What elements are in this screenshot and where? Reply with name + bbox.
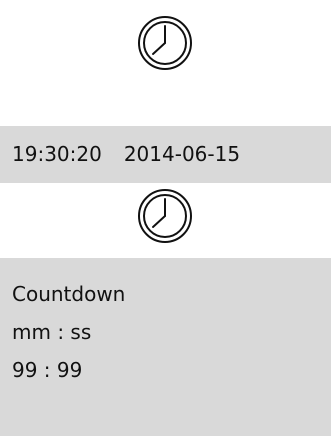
countdown-panel: Countdown mm : ss 99 : 99 (0, 258, 331, 436)
countdown-format: mm : ss (12, 320, 92, 344)
datetime-panel: 19:30:20 2014-06-15 (0, 126, 331, 183)
date-display: 2014-06-15 (123, 142, 241, 166)
countdown-value: 99 : 99 (12, 358, 83, 382)
time-display: 19:30:20 (12, 142, 102, 166)
clock-icon-graphic (138, 189, 192, 243)
clock-icon-graphic (138, 16, 192, 70)
clock-icon[interactable] (135, 13, 195, 73)
countdown-title: Countdown (12, 282, 126, 306)
clock-icon[interactable] (135, 186, 195, 246)
